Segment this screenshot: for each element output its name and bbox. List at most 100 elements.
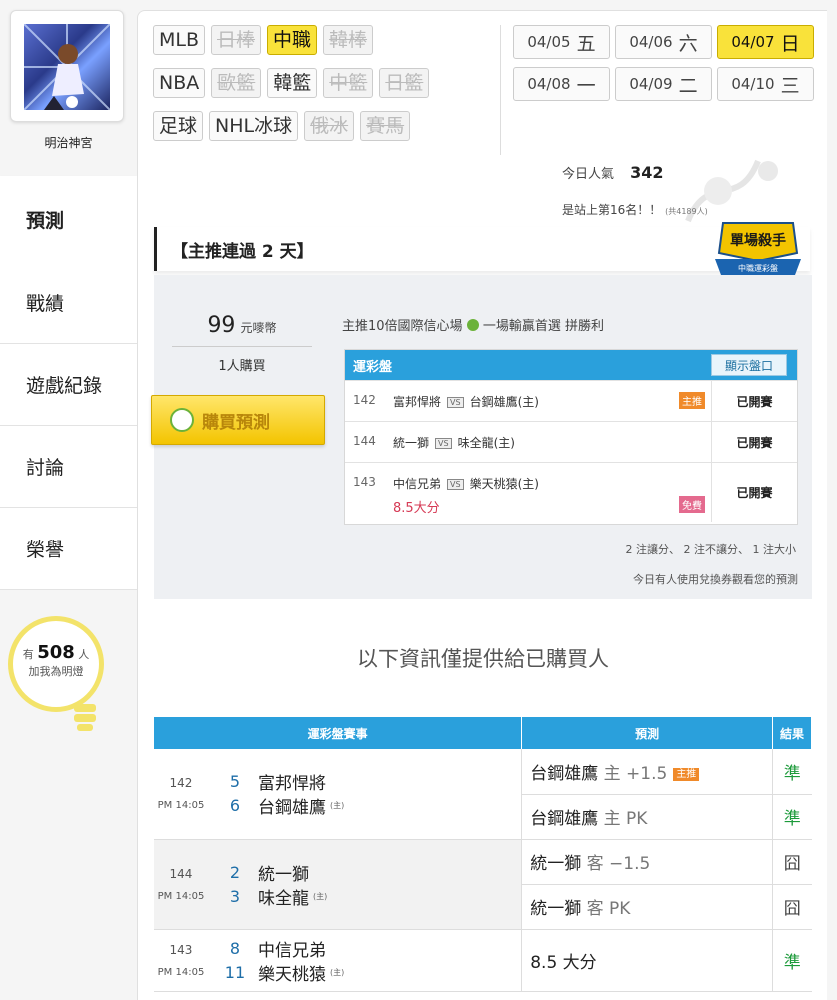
free-badge: 免費: [679, 496, 705, 513]
buy-prediction-button[interactable]: 購買預測: [151, 395, 325, 445]
pick-team: 統一獅: [530, 899, 582, 919]
bet-summary: 2 注讓分、 2 注不讓分、 1 注大小: [625, 543, 796, 556]
odds-panel-header: 運彩盤 顯示盤口: [345, 350, 797, 380]
date-0409[interactable]: 04/09 二: [615, 67, 712, 101]
league-npb: 日棒: [211, 25, 262, 55]
badge-sub-text: 中職運彩盤: [738, 263, 778, 273]
game-status: 已開賽: [711, 422, 797, 462]
weekday-label: 三: [780, 74, 800, 97]
divider: [500, 25, 501, 155]
popularity-value: 342: [630, 163, 664, 182]
league-mlb[interactable]: MLB: [153, 25, 206, 55]
league-euro-basketball: 歐籃: [211, 68, 262, 98]
pick-team: 8.5 大分: [530, 952, 597, 973]
bulb-text: 有 508 人 加我為明燈: [8, 642, 104, 679]
show-odds-button[interactable]: 顯示盤口: [711, 354, 787, 376]
main-panel: MLB 日棒 中職 韓棒 NBA 歐籃 韓籃 中籃 日籃 足球 NHL冰球 俄冰…: [137, 10, 827, 1000]
weekday-label: 一: [576, 74, 596, 97]
light-follow-button[interactable]: 有 508 人 加我為明燈: [8, 616, 104, 736]
league-nhl[interactable]: NHL冰球: [209, 111, 299, 141]
avatar[interactable]: [10, 10, 124, 122]
game-status: 已開賽: [711, 463, 797, 522]
bulb-suffix: 人: [78, 648, 90, 661]
date-0410[interactable]: 04/10 三: [717, 67, 814, 101]
game-id: 143: [353, 475, 376, 489]
nav-item-game-log[interactable]: 遊戲紀錄: [0, 344, 137, 426]
buyers-only-notice: 以下資訊僅提供給已購買人: [357, 647, 609, 671]
league-kbo: 韓棒: [323, 25, 374, 55]
home-score: 11: [224, 962, 246, 982]
odds-row: 144 統一獅 VS 味全龍(主) 已開賽: [345, 421, 797, 462]
weekday-label: 六: [678, 32, 698, 55]
home-team: 樂天桃猿(主): [469, 477, 539, 491]
avatar-image: [24, 24, 110, 110]
away-team: 統一獅: [393, 436, 430, 450]
table-row: 142 PM 14:05 5 富邦悍將 6 台鋼雄鷹 (主) 台鋼雄鷹 主 +1.5 主…: [154, 749, 812, 840]
date-label: 04/07: [731, 33, 775, 51]
bulb-caption: 加我為明燈: [28, 665, 84, 678]
coin-icon: [170, 408, 194, 432]
nav-item-discussion[interactable]: 討論: [0, 426, 137, 508]
pick-line: 客 −1.5: [586, 854, 651, 874]
prediction-cell: 台鋼雄鷹 主 PK: [521, 794, 773, 840]
game-time: PM 14:05: [157, 800, 205, 812]
home-team: 味全龍(主): [457, 436, 515, 450]
prediction-card: 99 元嘜幣 1人購買 購買預測 主推10倍國際信心場 一場輸贏首選 拼勝利 運…: [151, 275, 812, 599]
date-0408[interactable]: 04/08 一: [513, 67, 610, 101]
result-cell: 準: [772, 929, 812, 992]
date-label: 04/09: [629, 75, 673, 93]
price-divider: [172, 346, 312, 347]
date-0405[interactable]: 04/05 五: [513, 25, 610, 59]
price-value: 99: [207, 313, 236, 338]
popularity-label: 今日人氣: [562, 167, 615, 182]
rank-total: (共4189人): [665, 207, 708, 216]
buy-button-label: 購買預測: [202, 412, 270, 433]
prediction-cell: 8.5 大分: [521, 929, 773, 992]
date-0407[interactable]: 04/07 日: [717, 25, 814, 59]
date-0406[interactable]: 04/06 六: [615, 25, 712, 59]
price-area: 99 元嘜幣 1人購買: [172, 313, 312, 374]
result-cell: 準: [772, 749, 812, 795]
site-rank: 是站上第16名！！ (共4189人): [562, 201, 708, 218]
weekday-label: 日: [780, 32, 800, 55]
header-matchup: 運彩盤賽事: [154, 717, 523, 749]
vs-icon: VS: [435, 438, 452, 449]
nav-item-prediction[interactable]: 預測: [0, 176, 137, 262]
price-unit: 元嘜幣: [240, 321, 277, 335]
apple-icon: [466, 319, 479, 331]
league-nba[interactable]: NBA: [153, 68, 206, 98]
pick-line: 主 +1.5: [603, 763, 668, 784]
vs-icon: VS: [447, 397, 464, 408]
weekday-label: 五: [576, 32, 596, 55]
result-cell: 準: [772, 794, 812, 840]
league-china-basketball: 中籃: [323, 68, 374, 98]
league-korea-basketball[interactable]: 韓籃: [267, 68, 318, 98]
rank-text: 是站上第16名！！: [562, 203, 662, 217]
home-mark: (主): [329, 967, 345, 977]
header-prediction: 預測: [521, 717, 773, 749]
nav-item-honors[interactable]: 榮譽: [0, 508, 137, 590]
prediction-cell: 統一獅 客 −1.5: [521, 839, 773, 885]
single-game-killer-badge: 單場殺手 中職運彩盤: [715, 222, 801, 275]
game-time: PM 14:05: [157, 890, 205, 902]
main-pick-badge: 主推: [679, 392, 705, 409]
league-cpbl[interactable]: 中職: [267, 25, 318, 55]
matchup: 中信兄弟 VS 樂天桃猿(主): [393, 475, 539, 492]
game-time: PM 14:05: [157, 966, 205, 978]
away-team: 中信兄弟: [257, 940, 326, 961]
pick-team: 統一獅: [530, 854, 582, 874]
pick-headline-b: 一場輸贏首選 拼勝利: [482, 319, 604, 334]
sidebar-nav: 預測 戰績 遊戲紀錄 討論 榮譽: [0, 176, 137, 590]
username: 明治神宮: [44, 136, 93, 150]
away-team: 富邦悍將: [393, 395, 442, 409]
results-table: 運彩盤賽事 預測 結果 142 PM 14:05 5 富邦悍將 6 台鋼雄鷹 (主) …: [154, 717, 812, 992]
prediction-cell: 台鋼雄鷹 主 +1.5 主推: [521, 749, 773, 795]
league-soccer[interactable]: 足球: [153, 111, 204, 141]
odds-panel-title: 運彩盤: [353, 359, 393, 375]
home-score: 3: [229, 886, 241, 906]
bulb-base-icon: [74, 704, 96, 731]
game-meta: 144 PM 14:05: [154, 839, 208, 930]
nav-item-record[interactable]: 戰績: [0, 262, 137, 344]
away-team: 富邦悍將: [257, 774, 326, 795]
table-row: 143 PM 14:05 8 中信兄弟 11 樂天桃猿 (主) 8.5 大分 準: [154, 929, 812, 992]
